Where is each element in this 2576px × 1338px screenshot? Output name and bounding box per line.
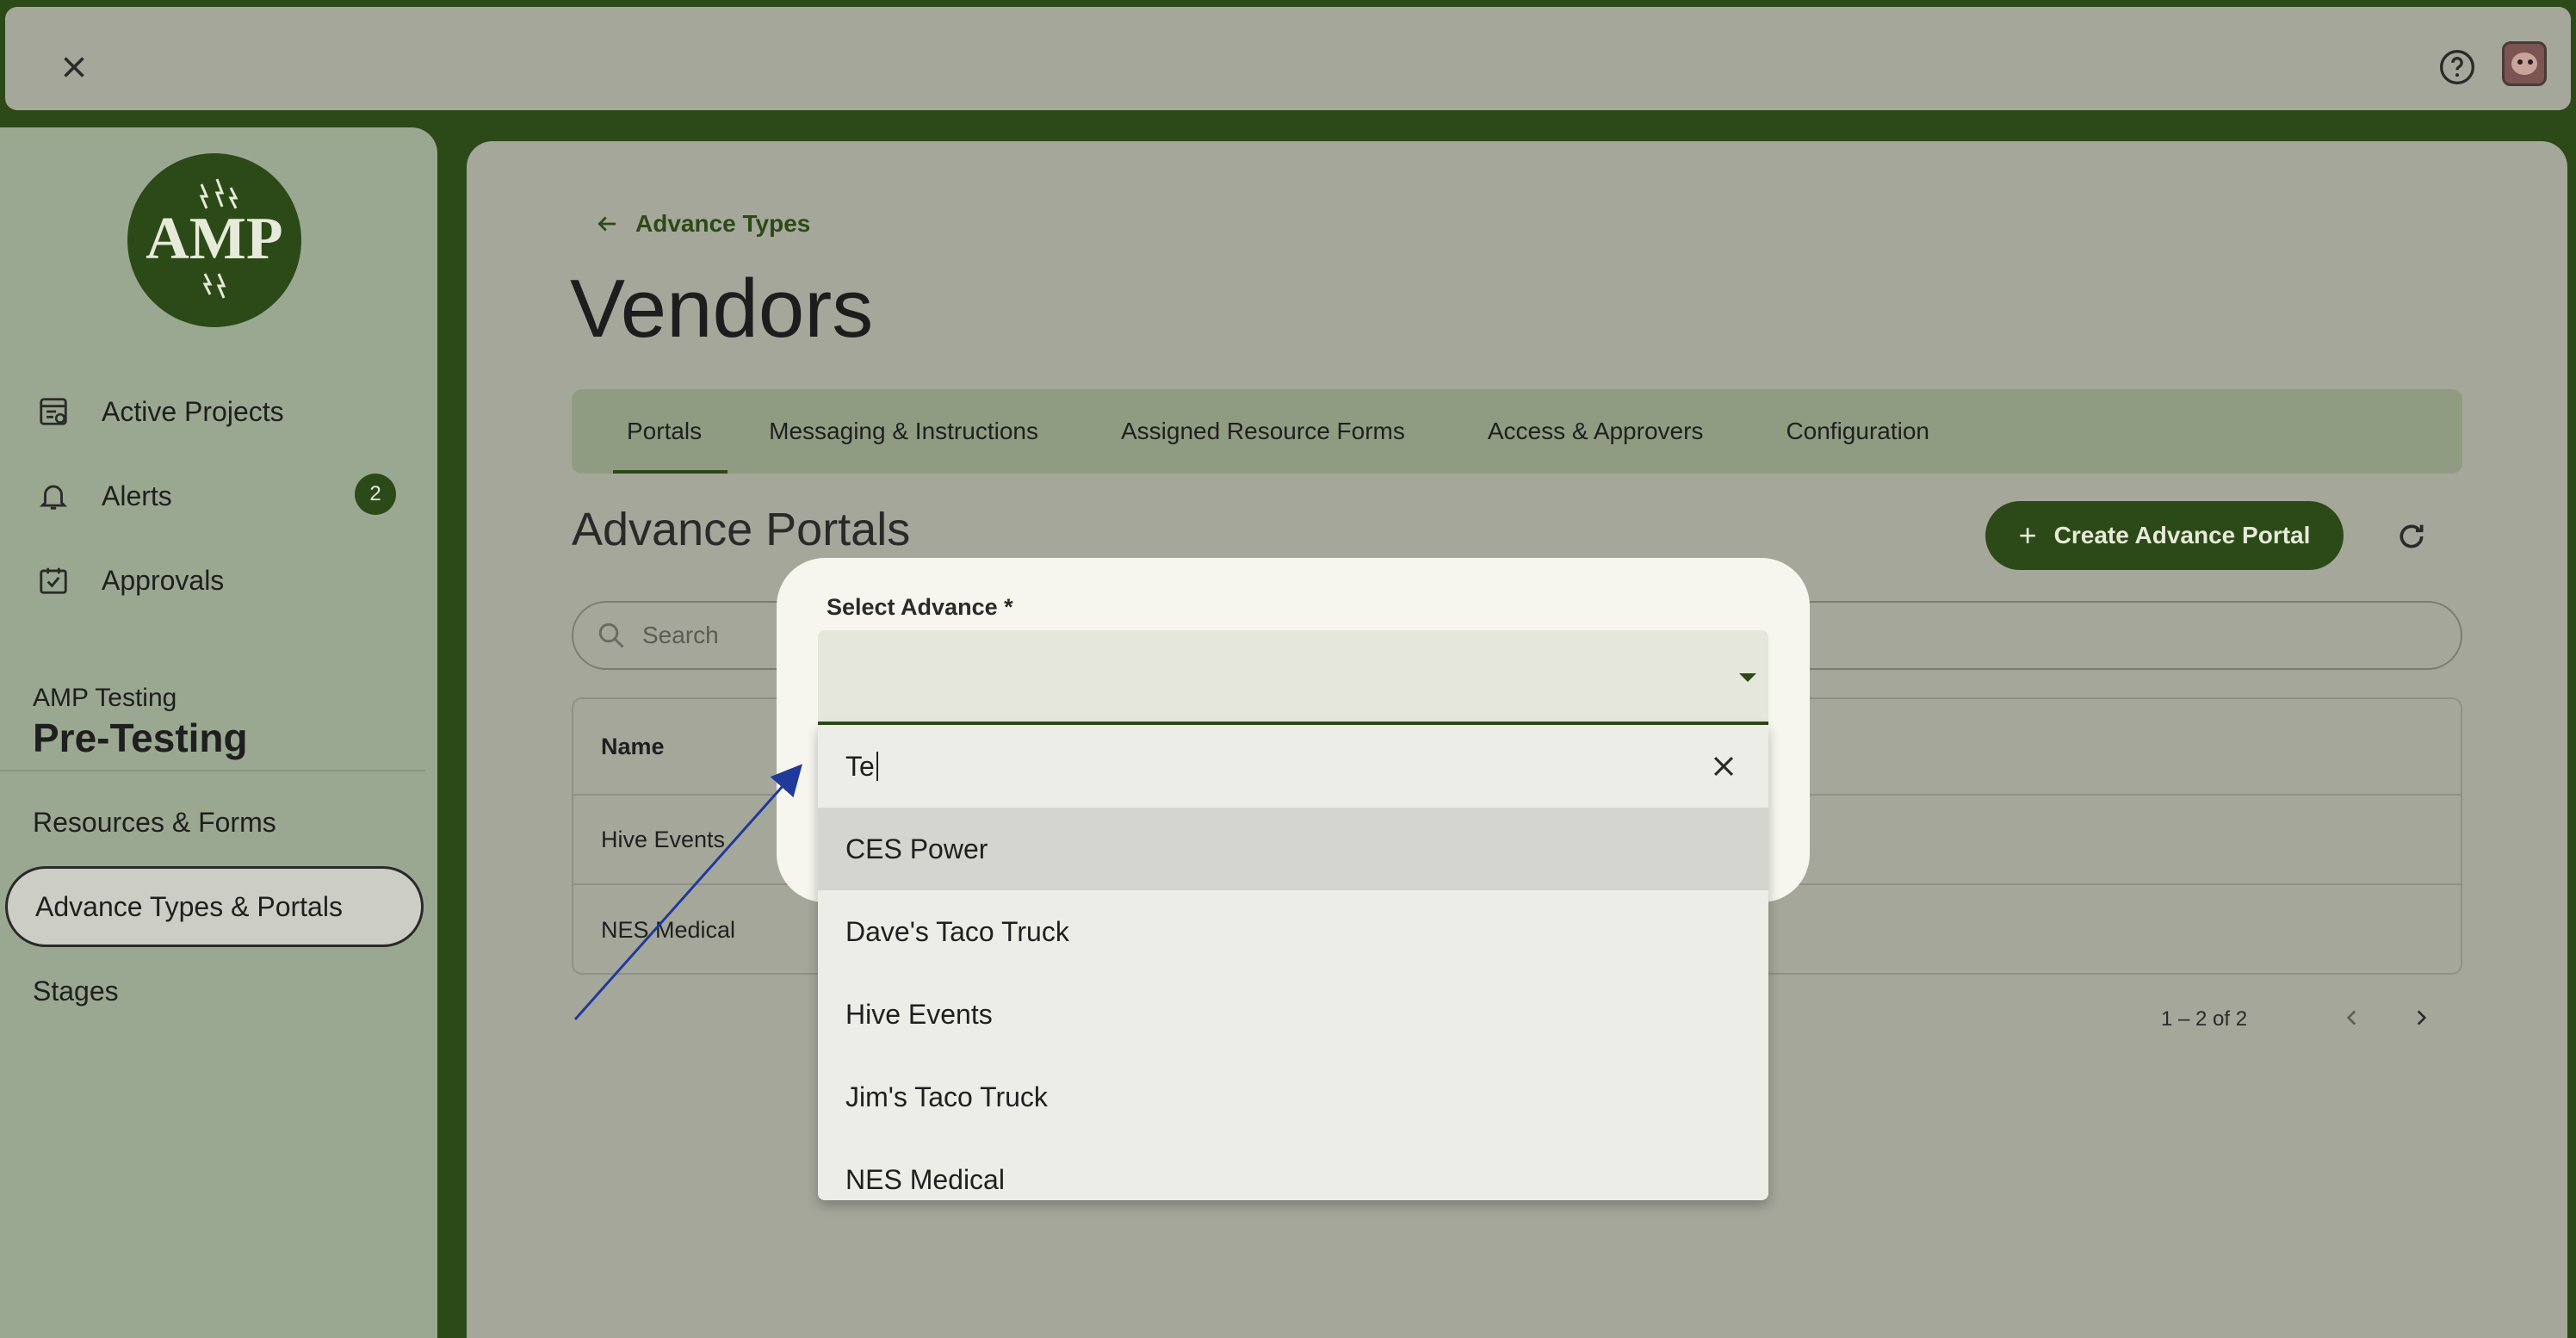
sidebar-item-resources-forms[interactable]: Resources & Forms bbox=[33, 801, 276, 844]
nav-active-projects[interactable]: Active Projects bbox=[34, 386, 284, 437]
plus-icon: + bbox=[2018, 517, 2037, 553]
dropdown-option[interactable]: Hive Events bbox=[818, 973, 1768, 1056]
tab-access-approvers[interactable]: Access & Approvers bbox=[1462, 389, 1730, 474]
dropdown-option[interactable]: CES Power bbox=[818, 808, 1768, 890]
nav-label: Approvals bbox=[102, 564, 225, 596]
search-placeholder: Search bbox=[642, 622, 719, 648]
dropdown-search-value: Te bbox=[845, 750, 875, 782]
dropdown-option[interactable]: Jim's Taco Truck bbox=[818, 1056, 1768, 1138]
tab-bar: Portals Messaging & Instructions Assigne… bbox=[572, 389, 2462, 474]
cell-name: Hive Events bbox=[601, 826, 726, 852]
clear-search-icon[interactable] bbox=[1705, 747, 1743, 785]
help-icon[interactable] bbox=[2433, 43, 2481, 91]
dropdown-option[interactable]: Dave's Taco Truck bbox=[818, 890, 1768, 973]
cell-name: NES Medical bbox=[601, 916, 736, 943]
page-title: Vendors bbox=[570, 263, 874, 355]
calendar-check-icon bbox=[34, 561, 72, 599]
tab-portals[interactable]: Portals bbox=[601, 389, 728, 474]
project-name: Pre-Testing bbox=[33, 715, 248, 760]
nav-approvals[interactable]: Approvals bbox=[34, 554, 224, 606]
nav-label: Active Projects bbox=[102, 395, 284, 427]
breadcrumb[interactable]: Advance Types bbox=[594, 210, 810, 238]
dropdown-arrow-icon[interactable] bbox=[1739, 673, 1756, 682]
dropdown-search-input[interactable]: Te bbox=[818, 725, 1768, 808]
create-advance-portal-button[interactable]: + Create Advance Portal bbox=[1985, 501, 2344, 570]
section-title: Advance Portals bbox=[572, 504, 911, 555]
amp-logo[interactable]: AMP bbox=[127, 153, 301, 327]
tab-configuration[interactable]: Configuration bbox=[1760, 389, 1955, 474]
sidebar: AMP Active Projects Alerts 2 Approvals A… bbox=[0, 127, 437, 1338]
divider bbox=[0, 770, 425, 771]
sidebar-item-advance-types-portals[interactable]: Advance Types & Portals bbox=[5, 866, 424, 947]
dropdown-option[interactable]: NES Medical bbox=[818, 1138, 1768, 1200]
search-icon bbox=[596, 620, 627, 651]
nav-alerts[interactable]: Alerts bbox=[34, 470, 172, 522]
arrow-left-icon bbox=[594, 211, 620, 237]
tab-assigned-resource-forms[interactable]: Assigned Resource Forms bbox=[1095, 389, 1431, 474]
chevron-right-icon[interactable] bbox=[2404, 1000, 2438, 1035]
close-icon[interactable] bbox=[50, 43, 98, 91]
svg-text:AMP: AMP bbox=[146, 206, 282, 272]
column-header-name[interactable]: Name bbox=[601, 734, 665, 760]
alerts-count-badge: 2 bbox=[355, 474, 396, 515]
nav-label: Alerts bbox=[102, 480, 172, 511]
avatar[interactable] bbox=[2502, 41, 2547, 86]
select-advance-label: Select Advance * bbox=[827, 594, 1013, 620]
breadcrumb-label: Advance Types bbox=[635, 210, 811, 237]
bell-icon bbox=[34, 477, 72, 515]
project-label: AMP Testing bbox=[33, 684, 177, 712]
top-bar bbox=[5, 7, 2571, 110]
refresh-icon[interactable] bbox=[2388, 513, 2435, 560]
text-caret bbox=[876, 752, 878, 781]
pagination-range: 1 – 2 of 2 bbox=[2161, 1007, 2248, 1031]
chevron-left-icon[interactable] bbox=[2335, 1000, 2369, 1035]
select-advance-field[interactable] bbox=[818, 630, 1768, 725]
select-advance-dropdown: Te CES Power Dave's Taco Truck Hive Even… bbox=[818, 725, 1768, 1200]
tab-messaging-instructions[interactable]: Messaging & Instructions bbox=[743, 389, 1064, 474]
create-button-label: Create Advance Portal bbox=[2053, 522, 2311, 548]
projects-icon bbox=[34, 393, 72, 431]
sidebar-item-stages[interactable]: Stages bbox=[33, 969, 119, 1013]
